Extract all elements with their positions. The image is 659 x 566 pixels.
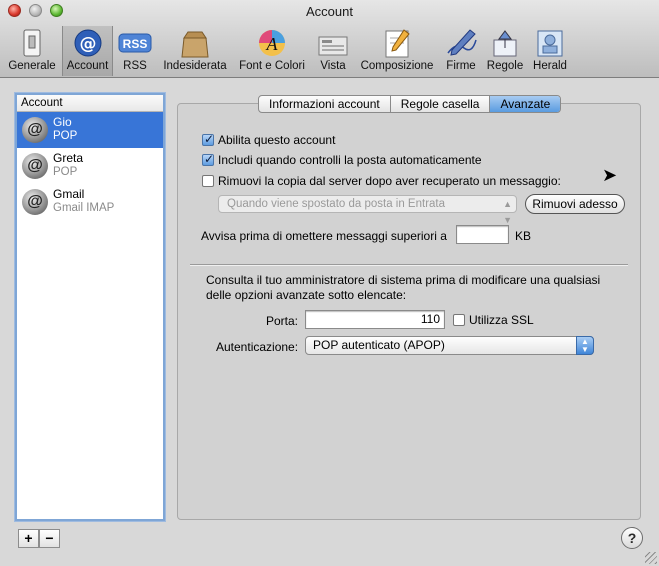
at-sign-icon: @ [22, 153, 48, 179]
toolbar-regole[interactable]: Regole [485, 26, 525, 76]
remove-when-popup: Quando viene spostato da posta in Entrat… [218, 195, 517, 225]
updown-arrows-icon: ▲ ▼ [576, 336, 594, 355]
account-item-gmail[interactable]: @ Gmail Gmail IMAP [17, 184, 163, 220]
enable-account-row: Abilita questo account [202, 132, 336, 147]
svg-text:A: A [266, 34, 279, 54]
auth-label: Autenticazione: [216, 340, 299, 354]
toolbar-indesiderata[interactable]: Indesiderata [160, 26, 230, 76]
toolbar-firme[interactable]: Firme [442, 26, 480, 76]
auth-value: POP autenticato (APOP) [313, 338, 445, 352]
junk-bag-icon [178, 28, 212, 58]
tab-regole-casella[interactable]: Regole casella [391, 96, 491, 112]
include-check-label: Includi quando controlli la posta automa… [218, 153, 482, 167]
updown-arrows-icon: ▲ ▼ [503, 199, 512, 225]
remove-now-button[interactable]: Rimuovi adesso [525, 194, 625, 214]
ssl-label: Utilizza SSL [469, 313, 534, 327]
resize-grip-icon[interactable] [645, 552, 657, 564]
account-name: Gmail [53, 187, 85, 201]
account-type: Gmail IMAP [53, 202, 115, 214]
account-name: Greta [53, 151, 84, 165]
admin-note-line1: Consulta il tuo amministratore di sistem… [206, 273, 601, 287]
toolbar-herald[interactable]: Herald [530, 26, 570, 76]
rules-icon [488, 28, 522, 58]
warn-size-label: Avvisa prima di omettere messaggi superi… [201, 229, 447, 243]
account-name: Gio [53, 115, 72, 129]
account-type: POP [53, 130, 78, 142]
light-switch-icon [15, 28, 49, 58]
account-item-greta[interactable]: @ Greta POP [17, 148, 163, 184]
rss-icon: RSS [118, 28, 152, 58]
toolbar-vista[interactable]: Vista [314, 26, 352, 76]
help-button[interactable]: ? [621, 527, 643, 549]
compose-icon [380, 28, 414, 58]
auth-popup[interactable]: POP autenticato (APOP) ▲ ▼ [305, 336, 594, 355]
svg-text:@: @ [79, 34, 96, 54]
ssl-checkbox[interactable] [453, 314, 465, 326]
mouse-cursor-icon: ➤ [602, 165, 618, 185]
account-list[interactable]: Account @ Gio POP @ Greta POP @ Gmail Gm… [15, 93, 165, 521]
tab-bar: Informazioni account Regole casella Avan… [258, 95, 562, 113]
admin-note-line2: delle opzioni avanzate sotto elencate: [206, 288, 407, 302]
account-type: POP [53, 166, 78, 178]
toolbar-account[interactable]: @ Account [62, 26, 113, 76]
separator [190, 264, 628, 266]
add-account-button[interactable]: + [18, 529, 39, 548]
svg-text:RSS: RSS [123, 37, 148, 51]
remove-when-value: Quando viene spostato da posta in Entrat… [227, 198, 446, 210]
tab-informazioni-account[interactable]: Informazioni account [259, 96, 391, 112]
ssl-row: Utilizza SSL [453, 313, 534, 327]
font-colors-icon: A [255, 28, 289, 58]
enable-account-checkbox[interactable] [202, 132, 214, 146]
enable-account-label: Abilita questo account [218, 133, 336, 147]
port-label: Porta: [266, 314, 299, 328]
at-sign-icon: @ [22, 117, 48, 143]
signature-pen-icon [444, 28, 478, 58]
remove-copy-row: Rimuovi la copia dal server dopo aver re… [202, 174, 561, 188]
account-item-gio[interactable]: @ Gio POP [17, 112, 163, 148]
remove-copy-label: Rimuovi la copia dal server dopo aver re… [218, 174, 561, 188]
port-field[interactable]: 110 [305, 310, 445, 329]
toolbar-font-colori[interactable]: A Font e Colori [236, 26, 308, 76]
warn-size-unit: KB [515, 229, 532, 243]
window-title: Account [306, 4, 353, 19]
at-sign-icon: @ [22, 189, 48, 215]
view-icon [316, 28, 350, 58]
warn-size-field[interactable] [456, 225, 509, 244]
window-titlebar: Account Generale @ Account RSS RSS Indes… [0, 0, 659, 78]
include-check-row: Includi quando controlli la posta automa… [202, 152, 482, 167]
toolbar-composizione[interactable]: Composizione [357, 26, 437, 76]
include-check-checkbox[interactable] [202, 152, 214, 166]
herald-icon [533, 28, 567, 58]
tab-avanzate[interactable]: Avanzate [490, 96, 561, 112]
toolbar-generale[interactable]: Generale [6, 26, 58, 76]
remove-copy-checkbox[interactable] [202, 175, 214, 187]
remove-account-button[interactable]: − [39, 529, 60, 548]
account-list-header: Account [17, 95, 163, 112]
toolbar-rss[interactable]: RSS RSS [116, 26, 154, 76]
at-sign-icon: @ [71, 28, 105, 58]
